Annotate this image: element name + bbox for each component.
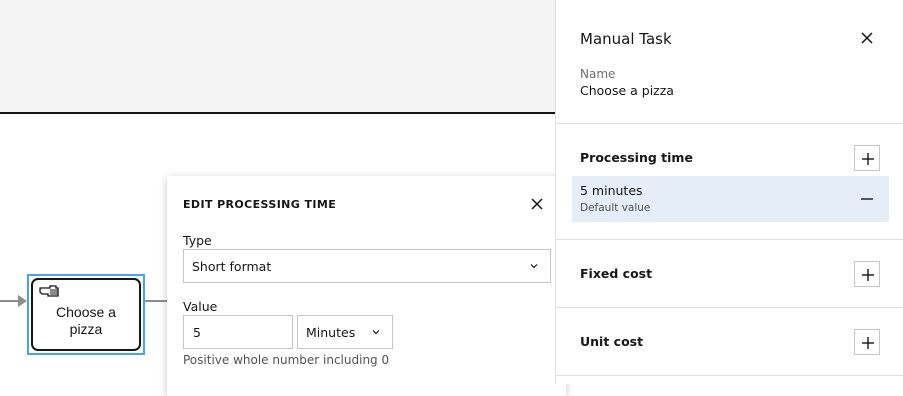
hand-icon — [39, 285, 59, 297]
edit-processing-time-popover: EDIT PROCESSING TIME Type Short format V… — [167, 176, 566, 396]
fixed-cost-title: Fixed cost — [580, 266, 653, 281]
plus-icon — [862, 269, 874, 281]
type-select[interactable]: Short format — [183, 249, 551, 283]
chevron-down-icon — [372, 330, 380, 335]
unit-select[interactable]: Minutes — [297, 315, 393, 349]
type-select-value: Short format — [192, 259, 272, 274]
name-label: Name — [580, 67, 616, 81]
plus-icon — [862, 153, 874, 165]
section-divider — [556, 375, 903, 376]
task-label: Choose a pizza — [56, 304, 116, 337]
remove-processing-time-button[interactable] — [856, 188, 878, 210]
add-unit-cost-button[interactable] — [854, 329, 880, 355]
value-input[interactable]: 5 — [183, 315, 293, 349]
add-fixed-cost-button[interactable] — [854, 261, 880, 287]
panel-title: Manual Task — [580, 30, 672, 48]
lane-divider — [0, 112, 555, 114]
helper-text: Positive whole number including 0 — [183, 353, 390, 367]
plus-icon — [862, 337, 874, 349]
add-processing-time-button[interactable] — [854, 145, 880, 171]
manual-task-node[interactable]: Choose a pizza — [31, 278, 141, 351]
section-divider — [556, 307, 903, 308]
outgoing-sequence-flow[interactable] — [143, 300, 168, 302]
unit-select-value: Minutes — [306, 325, 356, 340]
chevron-down-icon — [530, 264, 538, 269]
value-label: Value — [183, 299, 218, 314]
section-divider — [556, 239, 903, 240]
name-value[interactable]: Choose a pizza — [580, 83, 674, 98]
section-divider — [556, 123, 903, 124]
close-icon[interactable] — [529, 196, 545, 212]
popover-title: EDIT PROCESSING TIME — [183, 198, 337, 211]
minus-icon — [861, 198, 873, 200]
close-icon[interactable] — [860, 31, 874, 45]
processing-time-value: 5 minutes — [580, 183, 643, 198]
incoming-sequence-flow[interactable] — [0, 300, 20, 302]
properties-panel: Manual Task Name Choose a pizza Processi… — [555, 0, 903, 384]
type-label: Type — [183, 233, 212, 248]
lane-upper — [0, 0, 555, 112]
processing-time-sub: Default value — [580, 202, 651, 214]
unit-cost-title: Unit cost — [580, 334, 644, 349]
processing-time-value-row[interactable]: 5 minutes Default value — [572, 176, 889, 222]
processing-time-title: Processing time — [580, 150, 693, 165]
flow-arrowhead — [18, 295, 27, 307]
